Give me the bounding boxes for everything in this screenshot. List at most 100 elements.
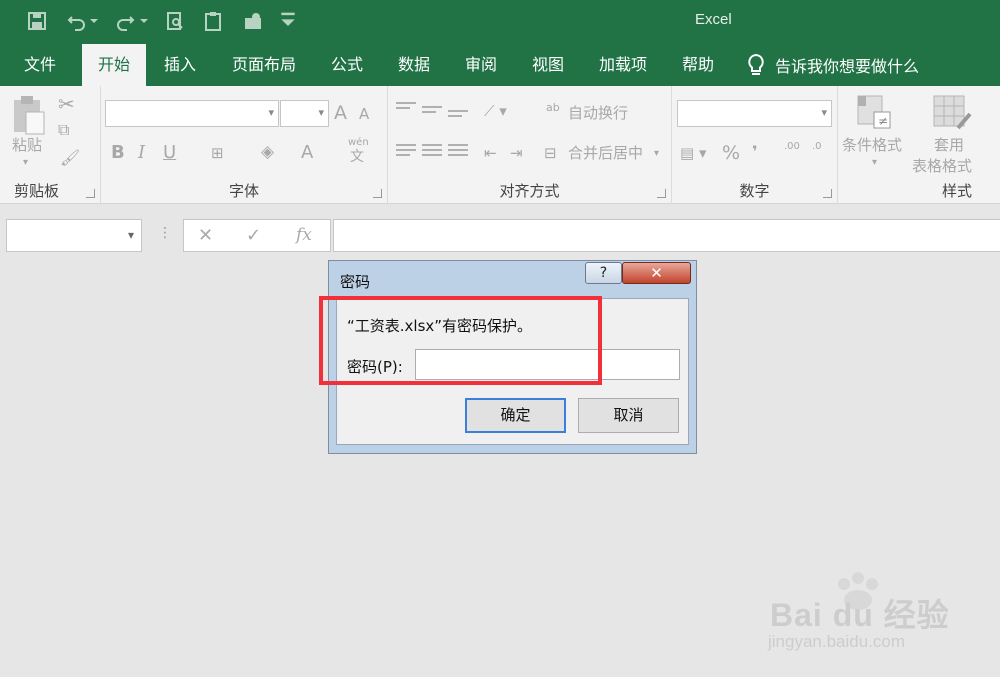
- undo-dropdown-icon[interactable]: [88, 8, 100, 34]
- accounting-icon[interactable]: ▤ ▾: [680, 146, 706, 161]
- paste-label[interactable]: 粘贴: [12, 138, 42, 153]
- ok-button[interactable]: 确定: [465, 398, 566, 433]
- clipboard-launcher-icon[interactable]: [86, 189, 95, 198]
- group-label-alignment: 对齐方式: [499, 182, 560, 200]
- tab-insert[interactable]: 插入: [154, 44, 206, 86]
- baidu-watermark: Bai du 经验 jingyan.baidu.com: [760, 570, 980, 660]
- group-clipboard: 粘贴 ▾ ✂ ⧉ 🖌 剪贴板: [0, 86, 101, 204]
- align-left-icon[interactable]: [396, 144, 416, 159]
- watermark-brand: Bai du 经验: [770, 597, 950, 633]
- clipboard-icon[interactable]: [200, 8, 226, 34]
- undo-icon[interactable]: [64, 8, 90, 34]
- tab-view[interactable]: 视图: [522, 44, 574, 86]
- redo-icon[interactable]: [112, 8, 138, 34]
- decrease-decimal-icon[interactable]: .0: [812, 142, 822, 152]
- conditional-format-icon[interactable]: ≠: [856, 94, 896, 137]
- ribbon-tab-bar: 文件 开始 插入 页面布局 公式 数据 审阅 视图 加载项 帮助 告诉我你想要做…: [0, 44, 1000, 86]
- lightbulb-icon: [748, 53, 764, 75]
- comma-icon[interactable]: ❜: [752, 144, 758, 160]
- format-painter-icon[interactable]: 🖌: [60, 150, 80, 166]
- group-label-clipboard: 剪贴板: [14, 182, 60, 200]
- conditional-format-label[interactable]: 条件格式: [842, 138, 902, 153]
- tab-review[interactable]: 审阅: [454, 44, 508, 86]
- save-icon[interactable]: [24, 8, 50, 34]
- tab-file[interactable]: 文件: [10, 44, 70, 86]
- font-size-combo[interactable]: [280, 100, 329, 127]
- font-launcher-icon[interactable]: [373, 189, 382, 198]
- formula-bar: ⋮ ✕ ✓ fx: [0, 205, 1000, 255]
- merge-center-label[interactable]: 合并后居中: [568, 146, 643, 161]
- redo-dropdown-icon[interactable]: [138, 8, 150, 34]
- align-bottom-icon[interactable]: [448, 110, 468, 120]
- close-button[interactable]: ✕: [622, 262, 691, 284]
- align-right-icon[interactable]: [448, 144, 468, 159]
- name-box[interactable]: [6, 219, 142, 252]
- orientation-icon[interactable]: ⟋ ▾: [484, 104, 507, 119]
- app-title: Excel: [695, 11, 732, 28]
- merge-dropdown-icon[interactable]: ▾: [654, 149, 659, 159]
- fill-color-icon[interactable]: ◈: [261, 144, 274, 161]
- insert-function-icon[interactable]: fx: [296, 225, 312, 245]
- dialog-title: 密码: [340, 273, 371, 291]
- ribbon: 粘贴 ▾ ✂ ⧉ 🖌 剪贴板 A A B I U ⊞ ◈ A wén 文 字体 …: [0, 86, 1000, 204]
- align-top-icon[interactable]: [396, 102, 416, 112]
- print-preview-icon[interactable]: [162, 8, 188, 34]
- group-font: A A B I U ⊞ ◈ A wén 文 字体: [101, 86, 388, 204]
- format-as-table-label-1[interactable]: 套用: [934, 138, 964, 153]
- italic-icon[interactable]: I: [138, 144, 145, 162]
- paste-dropdown-icon[interactable]: ▾: [23, 158, 28, 168]
- group-alignment: ⟋ ▾ ab 自动换行 ⇤ ⇥ ⊟ 合并后居中 ▾ 对齐方式: [388, 86, 672, 204]
- format-as-table-label-2[interactable]: 表格格式: [912, 159, 972, 174]
- group-label-font: 字体: [228, 182, 259, 200]
- group-number: ▤ ▾ % ❜ .00 .0 数字: [672, 86, 838, 204]
- tab-formulas[interactable]: 公式: [320, 44, 374, 86]
- tab-home[interactable]: 开始: [82, 44, 146, 86]
- customize-qat-icon[interactable]: [277, 8, 299, 34]
- email-icon[interactable]: [240, 8, 266, 34]
- tab-help[interactable]: 帮助: [672, 44, 724, 86]
- group-styles: ≠ 条件格式 ▾ 套用 表格格式 样式: [838, 86, 1000, 204]
- wrap-text-icon[interactable]: ab: [546, 102, 560, 113]
- help-button[interactable]: ?: [585, 262, 622, 284]
- tell-me-label: 告诉我你想要做什么: [775, 57, 920, 76]
- format-as-table-icon[interactable]: [932, 94, 974, 137]
- align-middle-icon[interactable]: [422, 106, 442, 116]
- number-launcher-icon[interactable]: [823, 189, 832, 198]
- cancel-button[interactable]: 取消: [578, 398, 679, 433]
- copy-icon[interactable]: ⧉: [58, 122, 69, 138]
- border-icon[interactable]: ⊞: [211, 146, 224, 161]
- group-label-styles: 样式: [941, 182, 972, 200]
- increase-indent-icon[interactable]: ⇥: [510, 146, 523, 161]
- tab-data[interactable]: 数据: [388, 44, 440, 86]
- wrap-text-label[interactable]: 自动换行: [568, 106, 628, 121]
- shrink-font-icon[interactable]: A: [359, 107, 369, 122]
- tab-page-layout[interactable]: 页面布局: [222, 44, 306, 86]
- phonetic-char[interactable]: 文: [350, 150, 364, 164]
- watermark-url: jingyan.baidu.com: [768, 632, 906, 651]
- highlight-annotation: [319, 296, 602, 385]
- underline-icon[interactable]: U: [163, 144, 176, 162]
- formula-bar-grip-icon[interactable]: ⋮: [158, 225, 172, 241]
- grow-font-icon[interactable]: A: [334, 104, 347, 123]
- percent-icon[interactable]: %: [722, 144, 740, 163]
- conditional-format-dropdown[interactable]: ▾: [872, 158, 877, 168]
- phonetic-icon[interactable]: wén: [348, 138, 369, 148]
- number-format-combo[interactable]: [677, 100, 832, 127]
- formula-buttons: ✕ ✓ fx: [183, 219, 331, 252]
- confirm-edit-icon[interactable]: ✓: [246, 225, 261, 246]
- decrease-indent-icon[interactable]: ⇤: [484, 146, 497, 161]
- title-bar: Excel: [0, 0, 1000, 44]
- alignment-launcher-icon[interactable]: [657, 189, 666, 198]
- formula-input[interactable]: [333, 219, 1000, 252]
- increase-decimal-icon[interactable]: .00: [784, 142, 800, 152]
- paste-icon[interactable]: [12, 94, 48, 138]
- cancel-edit-icon[interactable]: ✕: [198, 225, 213, 246]
- cut-icon[interactable]: ✂: [58, 94, 75, 114]
- tab-addins[interactable]: 加载项: [590, 44, 656, 86]
- font-name-combo[interactable]: [105, 100, 279, 127]
- bold-icon[interactable]: B: [111, 144, 125, 162]
- tell-me-search[interactable]: 告诉我你想要做什么: [745, 44, 919, 86]
- font-color-icon[interactable]: A: [301, 144, 313, 162]
- merge-center-icon[interactable]: ⊟: [544, 146, 557, 161]
- align-center-icon[interactable]: [422, 144, 442, 159]
